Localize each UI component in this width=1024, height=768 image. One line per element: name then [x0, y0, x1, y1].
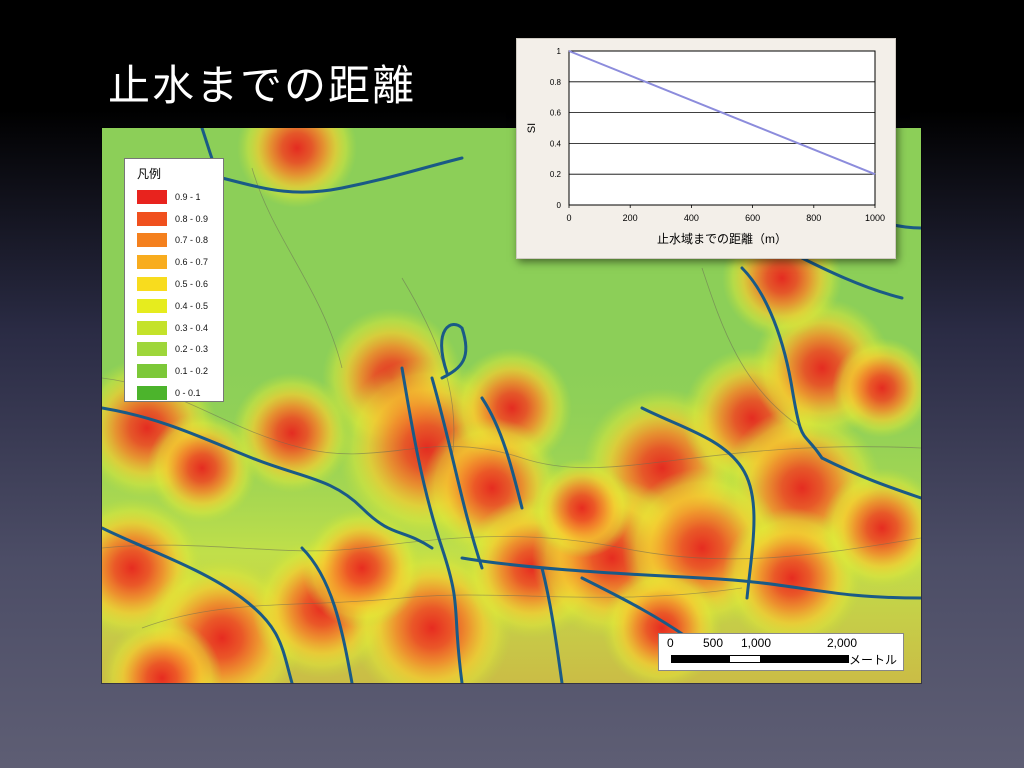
- legend-swatch: [137, 255, 167, 270]
- y-tick-label: 0.4: [550, 139, 562, 148]
- legend-item: 0.6 - 0.7: [137, 251, 217, 273]
- scale-bar-graphic: [671, 655, 849, 663]
- legend-item: 0.4 - 0.5: [137, 295, 217, 317]
- legend-label: 0 - 0.1: [175, 388, 201, 399]
- legend-label: 0.2 - 0.3: [175, 344, 209, 355]
- scale-label-500: 500: [703, 636, 724, 650]
- legend-label: 0.6 - 0.7: [175, 257, 209, 268]
- scale-unit: メートル: [849, 653, 898, 667]
- y-tick-label: 0: [557, 201, 562, 210]
- x-tick-label: 600: [745, 213, 760, 223]
- legend-item: 0.9 - 1: [137, 186, 217, 208]
- legend-item: 0.2 - 0.3: [137, 339, 217, 361]
- x-tick-label: 1000: [865, 213, 885, 223]
- si-chart-panel: 0 0.2 0.4 0.6 0.8 1 0 200 400 600 800 1000 止水域までの距離（…: [516, 38, 896, 259]
- legend-label: 0.8 - 0.9: [175, 213, 209, 224]
- legend-label: 0.7 - 0.8: [175, 235, 209, 246]
- heat-hotspot: [302, 508, 422, 628]
- legend-swatch: [137, 233, 167, 248]
- x-tick-label: 0: [566, 213, 571, 223]
- legend-label: 0.9 - 1: [175, 191, 201, 202]
- legend-item: 0.1 - 0.2: [137, 360, 217, 382]
- y-axis-label: SI: [526, 123, 538, 133]
- legend-swatch: [137, 386, 167, 401]
- legend-item: 0.3 - 0.4: [137, 317, 217, 339]
- legend-label: 0.5 - 0.6: [175, 279, 209, 290]
- legend-item: 0.5 - 0.6: [137, 273, 217, 295]
- x-tick-label: 400: [684, 213, 699, 223]
- y-tick-label: 1: [557, 47, 562, 56]
- y-tick-label: 0.6: [550, 109, 562, 118]
- legend-swatch: [137, 320, 167, 335]
- scale-bar: 0 500 1,000 2,000 メートル: [658, 633, 904, 671]
- legend-swatch: [137, 364, 167, 379]
- slide-title: 止水までの距離: [108, 61, 417, 110]
- map-legend: 凡例 0.9 - 1 0.8 - 0.9 0.7 - 0.8 0.6 - 0.7 0.5…: [124, 158, 224, 402]
- legend-label: 0.3 - 0.4: [175, 322, 209, 333]
- x-axis-label: 止水域までの距離（m）: [657, 232, 787, 246]
- x-tick-label: 800: [806, 213, 821, 223]
- heat-hotspot: [532, 458, 632, 558]
- legend-label: 0.4 - 0.5: [175, 300, 209, 311]
- legend-swatch: [137, 298, 167, 313]
- scale-label-0: 0: [667, 636, 674, 650]
- legend-swatch: [137, 211, 167, 226]
- legend-swatch: [137, 277, 167, 292]
- y-tick-label: 0.2: [550, 170, 562, 179]
- x-tick-label: 200: [623, 213, 638, 223]
- legend-swatch: [137, 189, 167, 204]
- si-line-chart: 0 0.2 0.4 0.6 0.8 1 0 200 400 600 800 1000 止水域までの距離（…: [526, 47, 885, 246]
- legend-label: 0.1 - 0.2: [175, 366, 209, 377]
- legend-item: 0 - 0.1: [137, 382, 217, 404]
- legend-title: 凡例: [137, 167, 162, 181]
- scale-label-1000: 1,000: [741, 636, 772, 650]
- plot-area: [568, 50, 876, 206]
- y-tick-label: 0.8: [550, 78, 562, 87]
- legend-item: 0.7 - 0.8: [137, 230, 217, 252]
- legend-item: 0.8 - 0.9: [137, 208, 217, 230]
- legend-swatch: [137, 342, 167, 357]
- scale-label-2000: 2,000: [827, 636, 858, 650]
